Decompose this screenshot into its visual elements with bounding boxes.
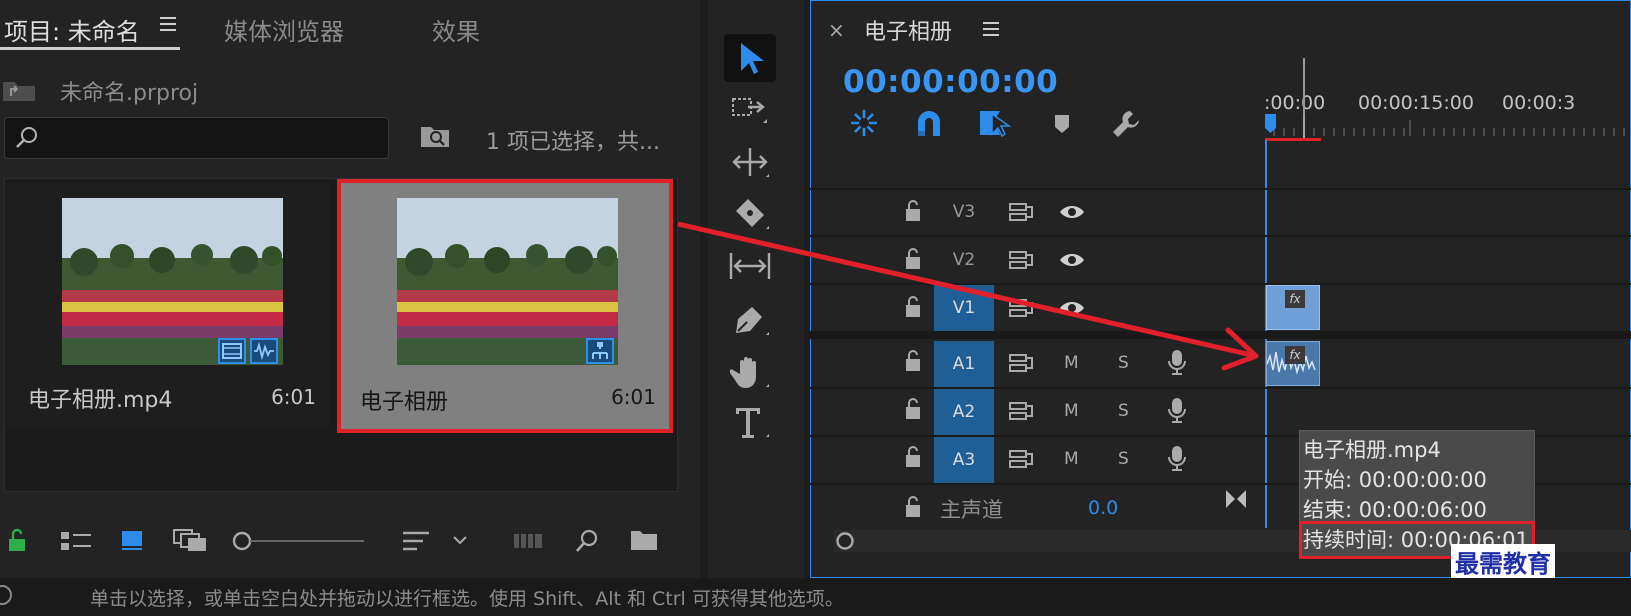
fx-badge: fx bbox=[1285, 290, 1305, 308]
video-badge-icon bbox=[218, 338, 246, 364]
sequence-name: 电子相册 bbox=[360, 390, 449, 415]
selection-arrow-icon bbox=[735, 41, 765, 75]
sequence-tab-title[interactable]: 电子相册 bbox=[864, 14, 952, 46]
add-marker-icon[interactable] bbox=[1052, 112, 1072, 136]
find-icon[interactable] bbox=[574, 528, 600, 554]
microphone-icon[interactable] bbox=[1166, 396, 1188, 424]
sequence-duration: 6:01 bbox=[611, 385, 656, 409]
sync-lock-icon[interactable] bbox=[1008, 448, 1034, 470]
track-label-a2[interactable]: A2 bbox=[934, 389, 994, 435]
panel-menu-icon[interactable] bbox=[158, 14, 178, 34]
lock-icon[interactable] bbox=[6, 528, 28, 552]
watermark-logo: 最需教育 bbox=[1451, 544, 1555, 579]
tooltip-end: 结束: 00:00:06:00 bbox=[1303, 498, 1487, 522]
fx-badge: fx bbox=[1285, 346, 1305, 364]
track-select-tool[interactable] bbox=[724, 86, 776, 134]
automate-sequence-icon[interactable] bbox=[512, 530, 544, 552]
sync-lock-icon[interactable] bbox=[1008, 400, 1034, 422]
clip-info-tooltip: 电子相册.mp4 开始: 00:00:00:00 结束: 00:00:06:00… bbox=[1299, 430, 1535, 559]
clip-duration: 6:01 bbox=[271, 385, 316, 409]
chevron-down-icon[interactable] bbox=[452, 532, 468, 548]
solo-button[interactable]: S bbox=[1118, 401, 1129, 421]
audio-badge-icon bbox=[250, 338, 278, 364]
track-select-icon bbox=[730, 93, 770, 127]
tooltip-clip-name: 电子相册.mp4 bbox=[1303, 438, 1441, 462]
project-file-name: 未命名.prproj bbox=[60, 81, 199, 106]
close-icon[interactable]: × bbox=[828, 18, 845, 42]
playhead-timecode[interactable]: 00:00:00:00 bbox=[843, 64, 1058, 100]
ruler-label-15s: 00:00:15:00 bbox=[1358, 92, 1474, 114]
timeline-menu-icon[interactable] bbox=[982, 20, 1000, 38]
find-bin-icon[interactable] bbox=[420, 124, 450, 148]
clip-item-video[interactable]: 电子相册.mp4 6:01 bbox=[6, 182, 330, 427]
icon-view-icon[interactable] bbox=[120, 528, 146, 552]
search-icon bbox=[15, 126, 39, 150]
folder-up-icon[interactable] bbox=[2, 78, 36, 102]
sequence-thumbnail bbox=[397, 198, 618, 365]
type-tool[interactable] bbox=[724, 398, 776, 446]
clip-item-sequence[interactable]: 电子相册 6:01 bbox=[337, 179, 673, 433]
new-bin-icon[interactable] bbox=[630, 528, 658, 552]
master-volume-value[interactable]: 0.0 bbox=[1088, 497, 1118, 519]
list-view-icon[interactable] bbox=[60, 530, 92, 552]
master-track-label: 主声道 bbox=[940, 498, 1003, 522]
lock-track-icon[interactable] bbox=[904, 398, 922, 420]
solo-button[interactable]: S bbox=[1118, 449, 1129, 469]
sort-icon[interactable] bbox=[402, 530, 430, 552]
nest-toggle-icon[interactable] bbox=[848, 108, 880, 138]
time-ruler[interactable] bbox=[1264, 114, 1631, 138]
mute-button[interactable]: M bbox=[1064, 401, 1079, 421]
lock-track-icon[interactable] bbox=[904, 496, 922, 518]
ruler-cursor-line bbox=[1303, 58, 1305, 116]
freeform-view-icon[interactable] bbox=[172, 528, 210, 552]
snap-magnet-icon[interactable] bbox=[914, 108, 944, 138]
microphone-icon[interactable] bbox=[1166, 444, 1188, 472]
work-area-bar bbox=[1265, 138, 1321, 141]
linked-selection-icon[interactable] bbox=[978, 108, 1012, 138]
settings-wrench-icon[interactable] bbox=[1110, 108, 1142, 140]
active-tab-underline bbox=[0, 47, 180, 50]
drag-annotation-arrow bbox=[677, 221, 1259, 370]
tab-project[interactable]: 项目: 未命名 bbox=[4, 12, 140, 47]
status-info-icon bbox=[0, 584, 14, 606]
tab-effects[interactable]: 效果 bbox=[432, 12, 480, 47]
timeline-audio-clip[interactable]: fx bbox=[1266, 341, 1320, 386]
tab-media-browser[interactable]: 媒体浏览器 bbox=[224, 12, 344, 47]
go-to-in-out-icon[interactable] bbox=[1224, 488, 1248, 510]
ripple-edit-tool[interactable] bbox=[724, 138, 776, 186]
mute-button[interactable]: M bbox=[1064, 449, 1079, 469]
status-text: 单击以选择，或单击空白处并拖动以进行框选。使用 Shift、Alt 和 Ctrl… bbox=[90, 588, 844, 610]
tooltip-start: 开始: 00:00:00:00 bbox=[1303, 468, 1487, 492]
zoom-slider[interactable] bbox=[232, 530, 366, 552]
sequence-badge-icon bbox=[586, 338, 614, 364]
selection-tool[interactable] bbox=[724, 34, 776, 82]
ruler-label-30s: 00:00:3 bbox=[1502, 92, 1576, 114]
ruler-label-0: :00:00 bbox=[1264, 92, 1326, 114]
track-label-a3[interactable]: A3 bbox=[934, 437, 994, 483]
clip-name: 电子相册.mp4 bbox=[28, 388, 173, 413]
search-input[interactable] bbox=[4, 117, 389, 159]
type-icon bbox=[730, 404, 770, 440]
lock-track-icon[interactable] bbox=[904, 446, 922, 468]
ripple-edit-icon bbox=[730, 145, 770, 179]
selection-info: 1 项已选择，共... bbox=[486, 130, 660, 155]
timeline-video-clip[interactable]: fx bbox=[1266, 285, 1320, 330]
